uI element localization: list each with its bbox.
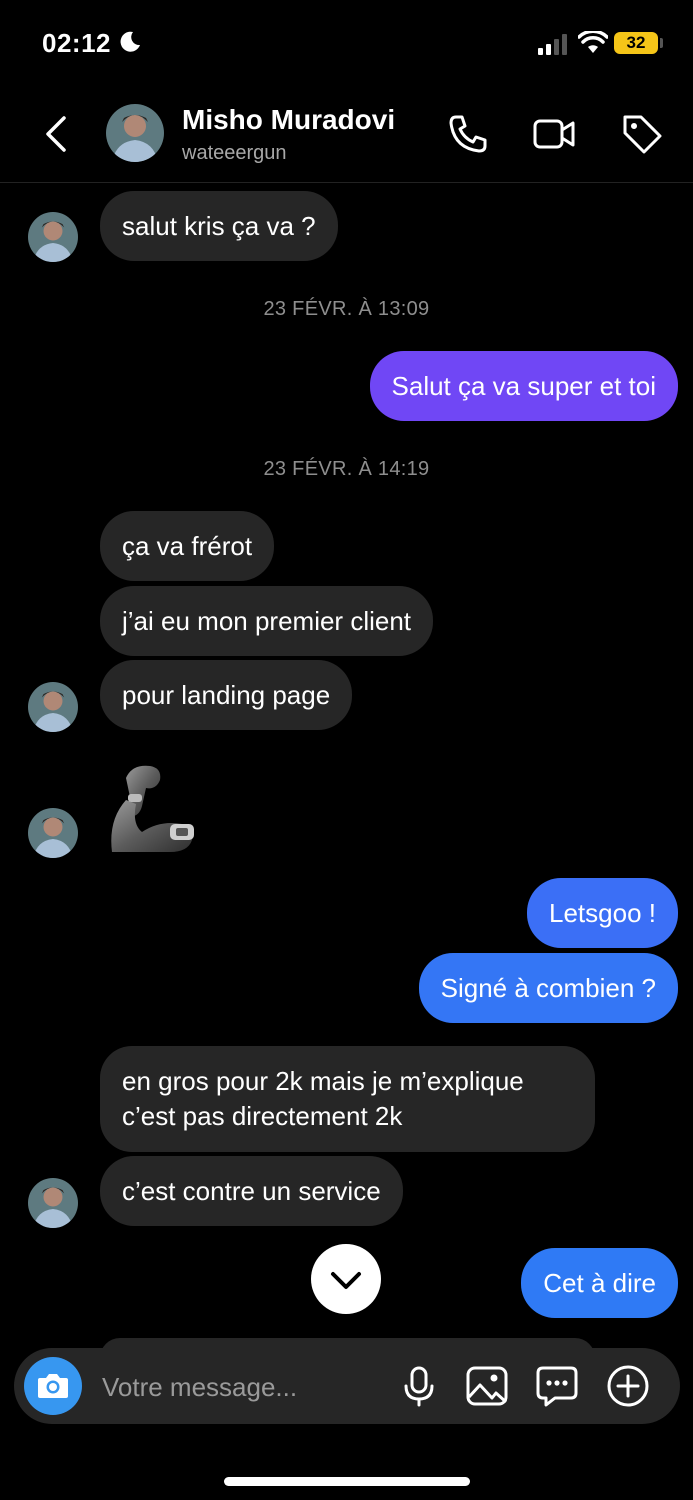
sender-avatar[interactable] — [28, 212, 78, 262]
camera-button[interactable] — [24, 1357, 82, 1415]
incoming-message[interactable]: c’est contre un service — [100, 1156, 403, 1226]
incoming-message[interactable]: j’ai eu mon premier client — [100, 586, 434, 656]
contact-avatar[interactable] — [106, 104, 164, 162]
incoming-message[interactable]: ça va frérot — [100, 511, 275, 581]
contact-name[interactable]: Misho Muradovi — [182, 104, 395, 136]
date-separator: 23 FÉVR. À 13:09 — [263, 298, 430, 320]
chat-header: Misho Muradovi wateeergun — [0, 88, 693, 183]
message-line: en gros pour 2k mais je m’explique — [122, 1066, 524, 1096]
moon-icon — [120, 31, 140, 52]
battery-indicator: 32 — [614, 32, 658, 54]
microphone-icon[interactable] — [397, 1364, 441, 1408]
sender-avatar[interactable] — [28, 808, 78, 858]
incoming-message[interactable]: en gros pour 2k mais je m’explique c’est… — [100, 1046, 595, 1152]
sender-avatar[interactable] — [28, 682, 78, 732]
incoming-message[interactable]: salut kris ça va ? — [100, 191, 338, 261]
phone-icon[interactable] — [446, 112, 490, 156]
battery-tip — [660, 38, 663, 48]
sticker-chat-icon[interactable] — [535, 1364, 579, 1408]
scroll-to-bottom-button[interactable] — [311, 1244, 381, 1314]
home-indicator[interactable] — [224, 1477, 470, 1486]
tag-icon[interactable] — [620, 112, 664, 156]
contact-username[interactable]: wateeergun — [182, 142, 287, 165]
status-time: 02:12 — [42, 28, 111, 58]
chevron-down-icon — [331, 1272, 361, 1289]
back-chevron-icon[interactable] — [40, 114, 72, 154]
message-input[interactable] — [100, 1366, 394, 1408]
incoming-message[interactable]: pour landing page — [100, 660, 353, 730]
wifi-icon — [578, 31, 608, 53]
add-plus-icon[interactable] — [606, 1364, 650, 1408]
camera-icon — [38, 1374, 68, 1398]
status-bar: 02:12 32 — [0, 0, 693, 88]
video-call-icon[interactable] — [532, 112, 576, 156]
date-separator: 23 FÉVR. À 14:19 — [263, 458, 430, 480]
sender-avatar[interactable] — [28, 1178, 78, 1228]
mechanical-arm-emoji-icon[interactable] — [106, 760, 198, 856]
outgoing-message[interactable]: Letsgoo ! — [527, 878, 678, 948]
outgoing-message[interactable]: Signé à combien ? — [418, 953, 678, 1023]
message-composer — [14, 1348, 680, 1424]
cellular-signal-icon — [538, 34, 567, 55]
outgoing-message[interactable]: Salut ça va super et toi — [369, 351, 678, 421]
gallery-icon[interactable] — [465, 1364, 509, 1408]
outgoing-message[interactable]: Cet à dire — [521, 1248, 678, 1318]
message-line: c’est pas directement 2k — [122, 1101, 403, 1131]
